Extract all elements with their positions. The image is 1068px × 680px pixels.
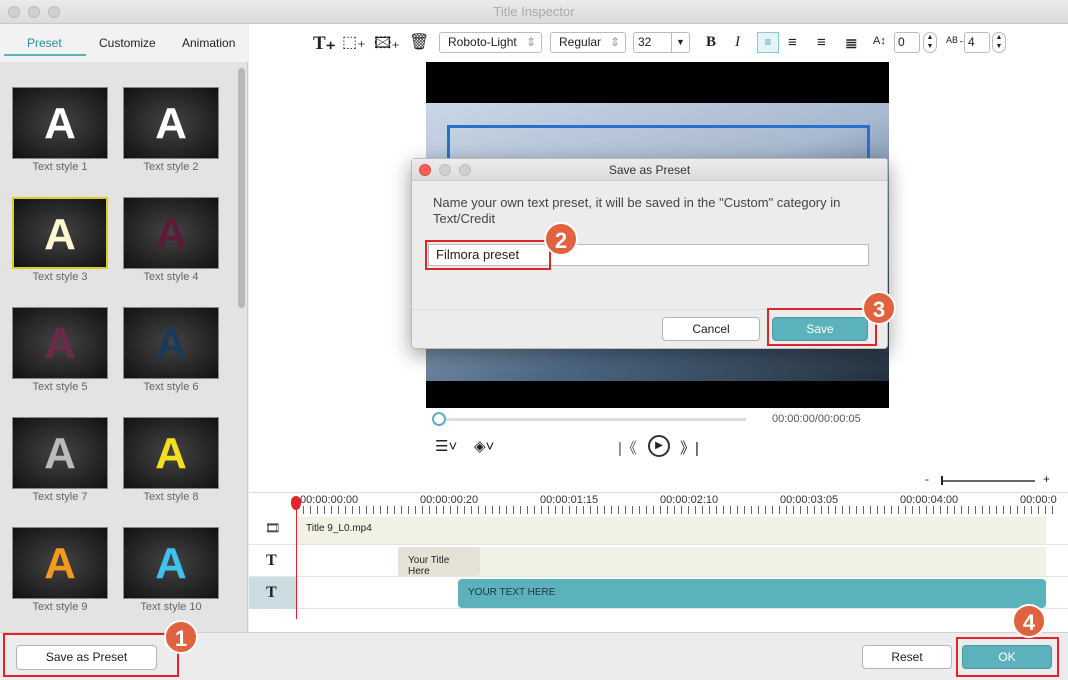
preset-thumbnail[interactable]: A: [123, 87, 219, 159]
tab-preset[interactable]: Preset: [27, 36, 62, 50]
line-spacing-icon: A↕: [873, 35, 886, 47]
annotation-box-3: [767, 308, 877, 346]
annotation-badge-2: 2: [544, 222, 578, 256]
playback-track[interactable]: [438, 418, 746, 421]
align-center-button[interactable]: ≡: [788, 34, 797, 51]
active-tab-indicator: [4, 54, 86, 56]
preset-label: Text style 10: [140, 601, 202, 613]
tab-animation[interactable]: Animation: [182, 36, 235, 50]
zoom-slider-handle[interactable]: [941, 476, 943, 485]
ruler-tick-label: 00:00:01:15: [540, 494, 599, 506]
ruler-ticks: [296, 506, 1056, 514]
clip-text[interactable]: YOUR TEXT HERE: [458, 579, 1046, 608]
ruler-tick-label: 00:00:02:10: [660, 494, 719, 506]
align-right-button[interactable]: ≡: [817, 34, 826, 51]
title-bar: Title Inspector: [0, 0, 1068, 24]
bold-button[interactable]: B: [706, 34, 716, 51]
preset-label: Text style 5: [32, 381, 88, 393]
preset-label: Text style 2: [143, 161, 199, 173]
font-weight-select[interactable]: Regular ⇕: [550, 32, 626, 53]
annotation-box-1: [3, 633, 179, 677]
char-spacing-stepper[interactable]: ▲ ▼: [992, 32, 1006, 53]
add-shape-icon[interactable]: ⬚₊: [342, 32, 366, 52]
minimize-window-button[interactable]: [28, 6, 40, 18]
ruler-tick-label: 00:00:04:00: [900, 494, 959, 506]
font-family-select[interactable]: Roboto-Light ⇕: [439, 32, 542, 53]
clip-title-track: [398, 547, 1046, 576]
zoom-in-icon[interactable]: +: [1043, 472, 1050, 486]
clip-label: Title 9_L0.mp4: [306, 523, 372, 534]
preset-thumbnail[interactable]: A: [123, 307, 219, 379]
ruler-tick-label: 00:00:03:05: [780, 494, 839, 506]
text-track-icon: T: [266, 552, 277, 569]
dialog-minimize-button: [439, 164, 451, 176]
playhead-knob[interactable]: [432, 412, 446, 426]
clip-label: YOUR TEXT HERE: [468, 587, 556, 598]
ruler-tick-label: 00:00:0: [1020, 494, 1057, 506]
line-spacing-input[interactable]: 0: [894, 32, 920, 53]
preset-thumbnail[interactable]: A: [12, 307, 108, 379]
ruler-tick-label: 00:00:00:00: [300, 494, 359, 506]
preset-label: Text style 7: [32, 491, 88, 503]
reset-button[interactable]: Reset: [862, 645, 952, 669]
annotation-badge-1: 1: [164, 620, 198, 654]
annotation-box-2: [425, 240, 551, 270]
cancel-button[interactable]: Cancel: [662, 317, 760, 341]
dialog-title: Save as Preset: [412, 159, 887, 181]
annotation-badge-3: 3: [862, 291, 896, 325]
skip-back-icon[interactable]: |《: [618, 437, 637, 458]
font-size-value: 32: [638, 35, 652, 49]
text-track-icon: T: [266, 584, 277, 601]
dialog-message: Name your own text preset, it will be sa…: [433, 195, 841, 226]
zoom-out-icon[interactable]: -: [925, 472, 929, 486]
preset-label: Text style 6: [143, 381, 199, 393]
italic-button[interactable]: I: [735, 34, 740, 51]
film-icon: 🎞: [265, 521, 281, 535]
close-window-button[interactable]: [8, 6, 20, 18]
align-menu-icon[interactable]: ☰˅: [435, 437, 457, 455]
preset-scrollbar[interactable]: [238, 68, 245, 308]
preset-thumbnail[interactable]: A: [123, 197, 219, 269]
align-left-button[interactable]: ≡: [757, 32, 779, 53]
timeline-zoom-slider[interactable]: [941, 480, 1035, 482]
skip-forward-icon[interactable]: 》|: [680, 437, 699, 458]
font-weight-value: Regular: [559, 35, 602, 49]
char-spacing-input[interactable]: 4: [964, 32, 990, 53]
timeline-playhead[interactable]: [296, 497, 297, 619]
justify-button[interactable]: ≣: [845, 34, 858, 52]
playhead-marker[interactable]: [291, 496, 301, 510]
preset-label: Text style 4: [143, 271, 199, 283]
preset-thumbnail[interactable]: A: [123, 527, 219, 599]
annotation-badge-4: 4: [1012, 604, 1046, 638]
play-button[interactable]: ▶: [648, 435, 670, 457]
ruler-tick-label: 00:00:00:20: [420, 494, 479, 506]
line-spacing-stepper[interactable]: ▲ ▼: [923, 32, 937, 53]
preset-thumbnail[interactable]: A: [12, 527, 108, 599]
tab-customize[interactable]: Customize: [99, 36, 156, 50]
preset-label: Text style 9: [32, 601, 88, 613]
preset-thumbnail[interactable]: A: [123, 417, 219, 489]
delete-icon[interactable]: 🗑: [409, 32, 429, 52]
clip-video[interactable]: Title 9_L0.mp4: [298, 517, 1046, 544]
preset-thumbnail[interactable]: A: [12, 417, 108, 489]
dialog-close-button[interactable]: [419, 164, 431, 176]
annotation-box-4: [956, 637, 1059, 677]
preset-thumbnail[interactable]: A: [12, 87, 108, 159]
preset-label: Text style 8: [143, 491, 199, 503]
layer-menu-icon[interactable]: ◈˅: [474, 437, 494, 455]
add-text-icon[interactable]: T₊: [313, 32, 336, 55]
preset-thumbnail[interactable]: A: [12, 197, 108, 269]
zoom-window-button[interactable]: [48, 6, 60, 18]
font-family-value: Roboto-Light: [448, 35, 517, 49]
time-display: 00:00:00/00:00:05: [772, 413, 861, 425]
dialog-zoom-button: [459, 164, 471, 176]
preset-label: Text style 3: [32, 271, 88, 283]
window-title: Title Inspector: [493, 4, 575, 19]
inspector-tabs: Preset Customize Animation: [0, 24, 248, 62]
clip-title[interactable]: Your Title Here: [398, 547, 480, 577]
clip-label: Your Title Here: [408, 555, 450, 577]
add-image-icon[interactable]: 🖾₊: [374, 32, 400, 59]
preset-label: Text style 1: [32, 161, 88, 173]
font-size-combo[interactable]: 32 ▼: [633, 32, 690, 53]
